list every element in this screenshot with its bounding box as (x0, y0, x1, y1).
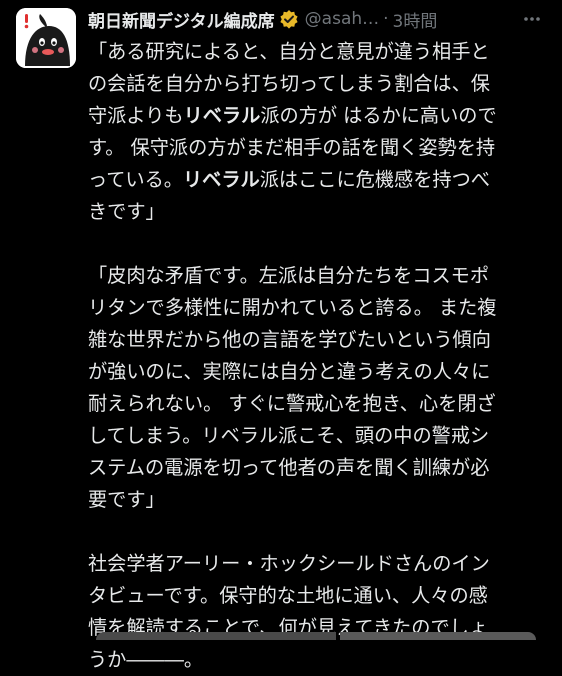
text-line: が強いのに、実際には自分と違う考えの人々に (88, 356, 548, 388)
text-segment: 派はここに危機感を持つべ (259, 168, 490, 191)
separator-dot: · (383, 9, 389, 29)
post-paragraph: 「ある研究によると、自分と意見が違う相手と の会話を自分から打ち切ってしまう割合は… (88, 36, 548, 228)
media-image-2[interactable] (340, 632, 536, 640)
text-segment: うか―――。 (88, 648, 204, 671)
post-header: 朝日新聞デジタル編成席 @asah… · 3時間 (88, 6, 550, 32)
text-segment: っている。 (88, 168, 183, 191)
text-line: の会話を自分から打ち切ってしまう割合は、保 (88, 68, 548, 100)
text-line: 社会学者アーリー・ホックシールドさんのイン (88, 548, 548, 580)
text-segment: 雑な世界だから他の言語を学びたいという傾向 (88, 328, 491, 351)
post: 朝日新聞デジタル編成席 @asah… · 3時間 「ある研究によると、自分と意見… (0, 0, 562, 671)
more-icon[interactable] (518, 6, 546, 32)
text-segment: の会話を自分から打ち切ってしまう割合は、保 (88, 72, 490, 95)
bold-text-segment: リベラル (182, 168, 260, 191)
verified-badge-icon (279, 9, 299, 29)
mascot-icon (16, 8, 76, 68)
text-line: 要です」 (88, 484, 548, 516)
text-line: 「ある研究によると、自分と意見が違う相手と (88, 36, 548, 68)
text-line: うか―――。 (88, 644, 548, 676)
text-segment: 「ある研究によると、自分と意見が違う相手と (88, 40, 490, 63)
text-segment: 「皮肉な矛盾です。左派は自分たちをコスモポ (88, 264, 490, 287)
text-line: 「皮肉な矛盾です。左派は自分たちをコスモポ (88, 260, 548, 292)
text-line: 雑な世界だから他の言語を学びたいという傾向 (88, 324, 548, 356)
text-segment: してしまう。リベラル派こそ、頭の中の警戒シ (88, 424, 490, 447)
post-timestamp[interactable]: 3時間 (393, 7, 438, 32)
text-segment: が強いのに、実際には自分と違う考えの人々に (88, 360, 491, 383)
text-line: っている。リベラル派はここに危機感を持つべ (88, 164, 548, 196)
text-segment: きです」 (88, 200, 165, 223)
avatar[interactable] (16, 8, 76, 68)
text-line: リタンで多様性に開かれていると誇る。 また複 (88, 292, 548, 324)
display-name[interactable]: 朝日新聞デジタル編成席 (88, 7, 275, 32)
text-segment: 社会学者アーリー・ホックシールドさんのイン (88, 552, 490, 575)
text-segment: リタンで多様性に開かれていると誇る。 また複 (88, 296, 497, 319)
text-line: きです」 (88, 196, 548, 228)
post-text: 「ある研究によると、自分と意見が違う相手と の会話を自分から打ち切ってしまう割合は… (88, 36, 548, 676)
text-line: ステムの電源を切って他者の声を聞く訓練が必 (88, 452, 548, 484)
text-line: 耐えられない。 すぐに警戒心を抱き、心を閉ざ (88, 388, 548, 420)
text-line: してしまう。リベラル派こそ、頭の中の警戒シ (88, 420, 548, 452)
post-paragraph: 「皮肉な矛盾です。左派は自分たちをコスモポ リタンで多様性に開かれていると誇る。 … (88, 260, 548, 516)
text-line: す。 保守派の方がまだ相手の話を聞く姿勢を持 (88, 132, 548, 164)
media-image-1[interactable] (96, 632, 336, 640)
text-segment: 派の方が はるかに高いので (260, 104, 497, 127)
text-line: 守派よりもリベラル派の方が はるかに高いので (88, 100, 548, 132)
text-segment: 要です」 (88, 488, 165, 511)
text-segment: 耐えられない。 すぐに警戒心を抱き、心を閉ざ (88, 392, 496, 415)
text-line: タビューです。保守的な土地に通い、人々の感 (88, 580, 548, 612)
user-handle[interactable]: @asah… (305, 9, 379, 29)
text-segment: す。 保守派の方がまだ相手の話を聞く姿勢を持 (88, 136, 496, 159)
post-paragraph: 社会学者アーリー・ホックシールドさんのイン タビューです。保守的な土地に通い、人々… (88, 548, 548, 676)
media-preview[interactable] (96, 632, 536, 640)
text-segment: 守派よりも (88, 104, 184, 127)
text-segment: ステムの電源を切って他者の声を聞く訓練が必 (88, 456, 490, 479)
text-segment: タビューです。保守的な土地に通い、人々の感 (88, 584, 488, 607)
bold-text-segment: リベラル (183, 104, 261, 127)
